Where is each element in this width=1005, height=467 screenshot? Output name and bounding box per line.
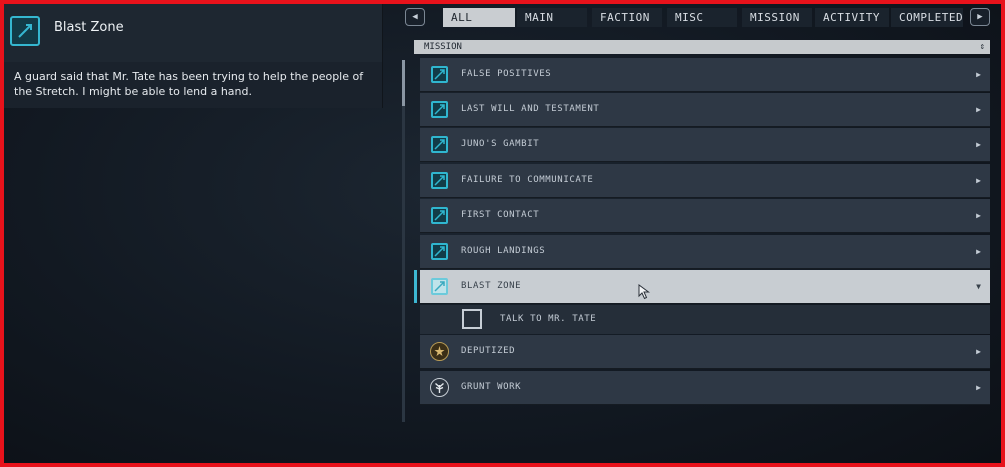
mission-icon [431, 243, 448, 260]
mission-icon [10, 16, 40, 46]
quest-name: DEPUTIZED [461, 346, 516, 356]
quest-row[interactable]: LAST WILL AND TESTAMENT ▶ [420, 93, 990, 126]
objective-checkbox[interactable] [462, 309, 482, 329]
chevron-right-icon: ▶ [976, 70, 981, 79]
quest-detail-header: Blast Zone [4, 4, 382, 62]
chevron-right-icon: ▶ [976, 176, 981, 185]
tab-activity[interactable]: ACTIVITY [815, 8, 889, 27]
arrow-right-icon: ▶ [977, 12, 983, 22]
quest-row[interactable]: ROUGH LANDINGS ▶ [420, 235, 990, 268]
mission-icon [431, 172, 448, 189]
objective-row[interactable]: TALK TO MR. TATE [420, 305, 990, 334]
quest-name: LAST WILL AND TESTAMENT [461, 104, 600, 114]
chevron-right-icon: ▶ [976, 140, 981, 149]
quest-row[interactable]: FAILURE TO COMMUNICATE ▶ [420, 164, 990, 197]
mission-icon [431, 278, 448, 295]
quest-row[interactable]: DEPUTIZED ▶ [420, 335, 990, 368]
arrow-left-icon: ◀ [412, 12, 418, 22]
quest-name: JUNO'S GAMBIT [461, 139, 540, 149]
chevron-right-icon: ▶ [976, 347, 981, 356]
quest-name: BLAST ZONE [461, 281, 522, 291]
chevron-down-icon: ▼ [976, 282, 981, 291]
faction-badge-icon [430, 342, 449, 361]
quest-name: ROUGH LANDINGS [461, 246, 546, 256]
tab-mission[interactable]: MISSION [742, 8, 812, 27]
list-scrollbar-thumb[interactable] [402, 60, 405, 106]
quest-name: FALSE POSITIVES [461, 69, 552, 79]
section-header-mission[interactable]: MISSION ⇕ [414, 40, 990, 54]
faction-tree-icon [430, 378, 449, 397]
quest-name: FAILURE TO COMMUNICATE [461, 175, 594, 185]
tab-faction[interactable]: FACTION [592, 8, 662, 27]
quest-row[interactable]: GRUNT WORK ▶ [420, 371, 990, 404]
chevron-right-icon: ▶ [976, 247, 981, 256]
quest-row[interactable]: FIRST CONTACT ▶ [420, 199, 990, 232]
tab-main[interactable]: MAIN [517, 8, 587, 27]
list-scrollbar-track[interactable] [402, 60, 405, 422]
quest-title: Blast Zone [54, 20, 124, 35]
section-label: MISSION [424, 42, 462, 52]
mission-icon [431, 66, 448, 83]
selection-indicator [414, 270, 417, 303]
chevron-right-icon: ▶ [976, 383, 981, 392]
chevron-right-icon: ▶ [976, 211, 981, 220]
quest-detail-panel: Blast Zone A guard said that Mr. Tate ha… [4, 4, 383, 108]
mouse-cursor-icon [638, 284, 652, 304]
tab-all[interactable]: ALL [443, 8, 515, 27]
quest-row-selected[interactable]: BLAST ZONE ▼ [420, 270, 990, 303]
tab-completed[interactable]: COMPLETED [891, 8, 963, 27]
sort-updown-icon[interactable]: ⇕ [980, 40, 985, 54]
mission-icon [431, 207, 448, 224]
quest-name: GRUNT WORK [461, 382, 522, 392]
next-tab-button[interactable]: ▶ [970, 8, 990, 26]
objective-text: TALK TO MR. TATE [500, 314, 597, 324]
tab-misc[interactable]: MISC [667, 8, 737, 27]
quest-description: A guard said that Mr. Tate has been tryi… [14, 70, 364, 98]
prev-tab-button[interactable]: ◀ [405, 8, 425, 26]
quest-row[interactable]: FALSE POSITIVES ▶ [420, 58, 990, 91]
quest-name: FIRST CONTACT [461, 210, 540, 220]
mission-icon [431, 101, 448, 118]
mission-icon [431, 136, 448, 153]
quest-row[interactable]: JUNO'S GAMBIT ▶ [420, 128, 990, 161]
chevron-right-icon: ▶ [976, 105, 981, 114]
